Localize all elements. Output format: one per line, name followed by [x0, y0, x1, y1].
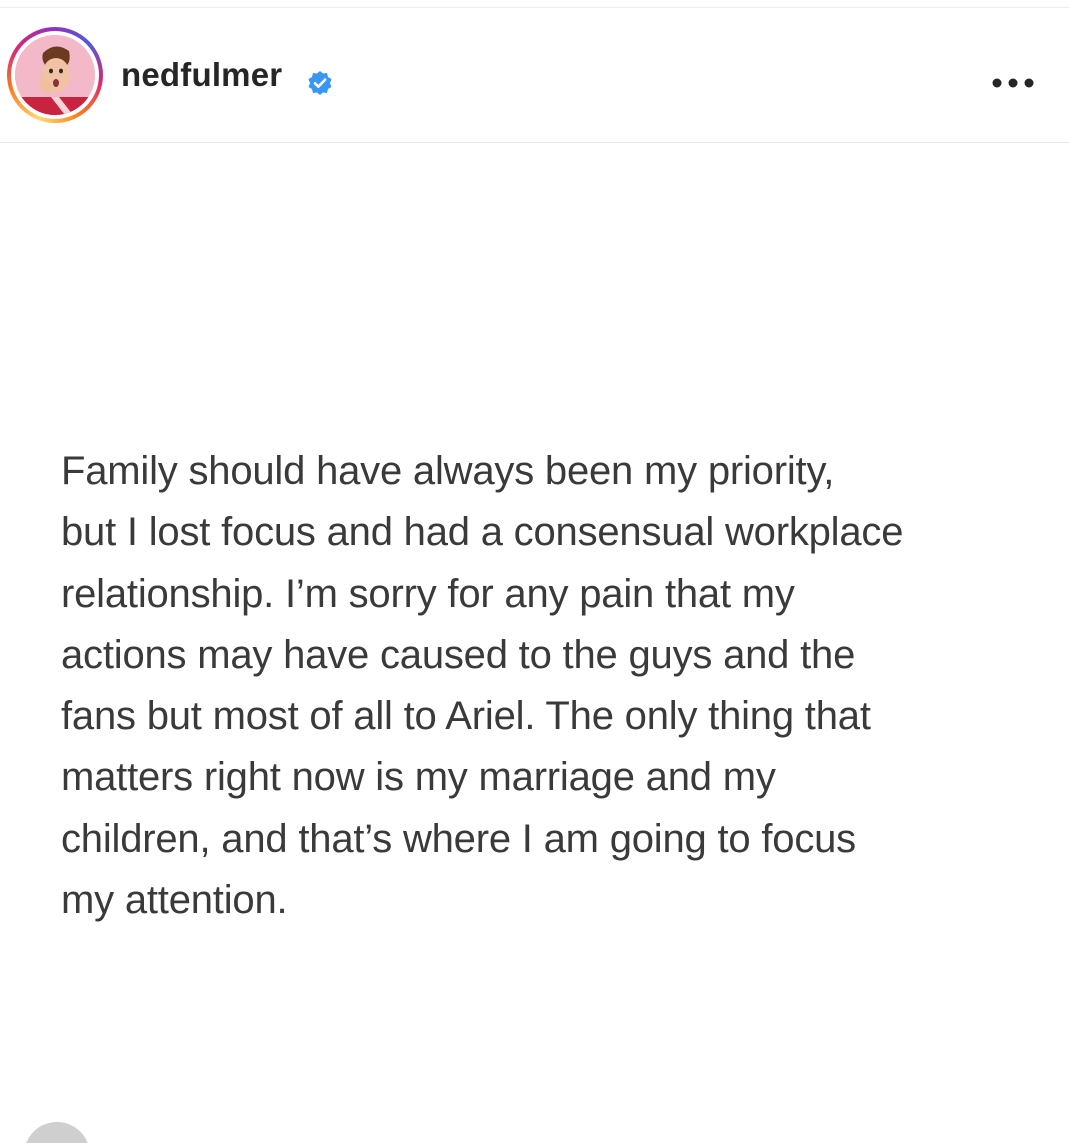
story-ring[interactable] — [7, 27, 103, 123]
avatar[interactable] — [15, 35, 95, 115]
profile-photo-icon — [15, 35, 95, 115]
username[interactable]: nedfulmer — [121, 56, 282, 94]
comment-avatar — [24, 1122, 90, 1143]
post-header: nedfulmer — [0, 8, 1069, 143]
more-options-icon[interactable] — [990, 70, 1036, 96]
post-caption-text: Family should have always been my priori… — [61, 449, 904, 923]
verified-badge-icon — [308, 71, 332, 95]
avatar-border — [11, 31, 99, 119]
